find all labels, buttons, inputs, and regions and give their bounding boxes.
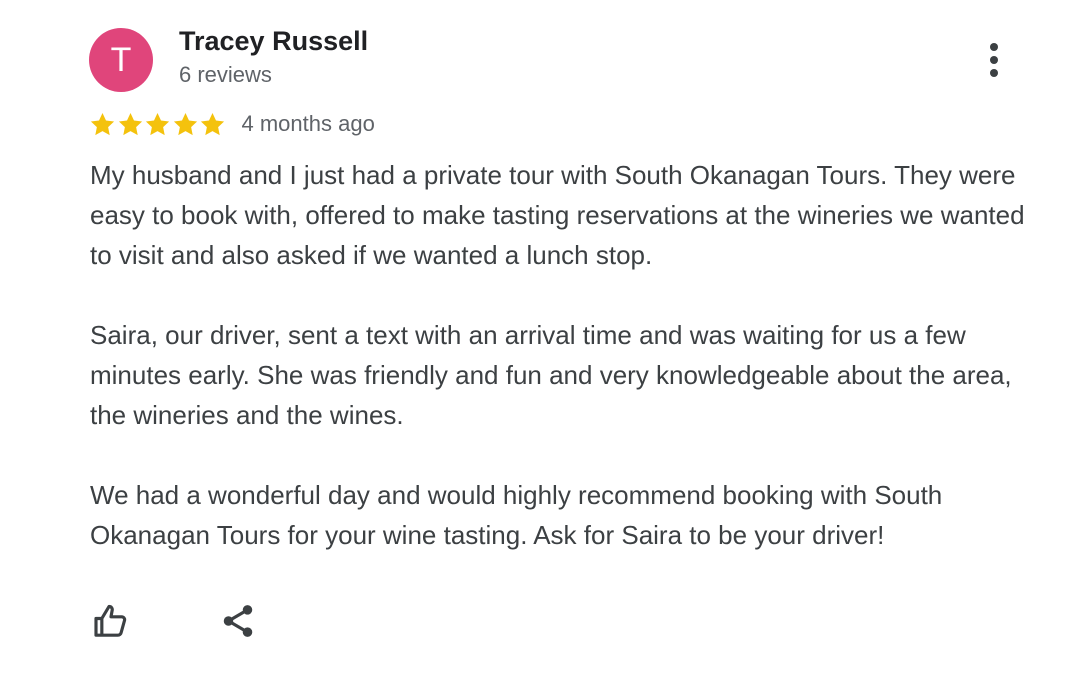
star-icon (200, 112, 225, 135)
share-icon (223, 605, 253, 637)
review-text: My husband and I just had a private tour… (90, 155, 1030, 555)
review-date: 4 months ago (241, 111, 375, 136)
star-rating (89, 111, 227, 138)
avatar-initial: T (110, 40, 132, 79)
star-icon (145, 112, 170, 135)
avatar[interactable]: T (89, 28, 153, 92)
more-vert-icon (990, 43, 998, 77)
more-options-button[interactable] (972, 38, 1016, 82)
review-paragraph: We had a wonderful day and would highly … (90, 480, 943, 550)
rating-row: 4 months ago (89, 108, 375, 140)
like-button[interactable] (86, 596, 136, 646)
star-icon (173, 112, 197, 135)
review-card: T Tracey Russell 6 reviews 4 months ago … (0, 0, 1078, 684)
share-button[interactable] (213, 596, 263, 646)
author-name[interactable]: Tracey Russell (179, 26, 368, 57)
thumb-up-icon (94, 604, 127, 637)
review-paragraph: My husband and I just had a private tour… (90, 160, 1025, 270)
star-icon (118, 112, 142, 135)
author-review-count[interactable]: 6 reviews (179, 62, 272, 88)
review-paragraph: Saira, our driver, sent a text with an a… (90, 320, 1012, 430)
star-icon (90, 112, 115, 135)
